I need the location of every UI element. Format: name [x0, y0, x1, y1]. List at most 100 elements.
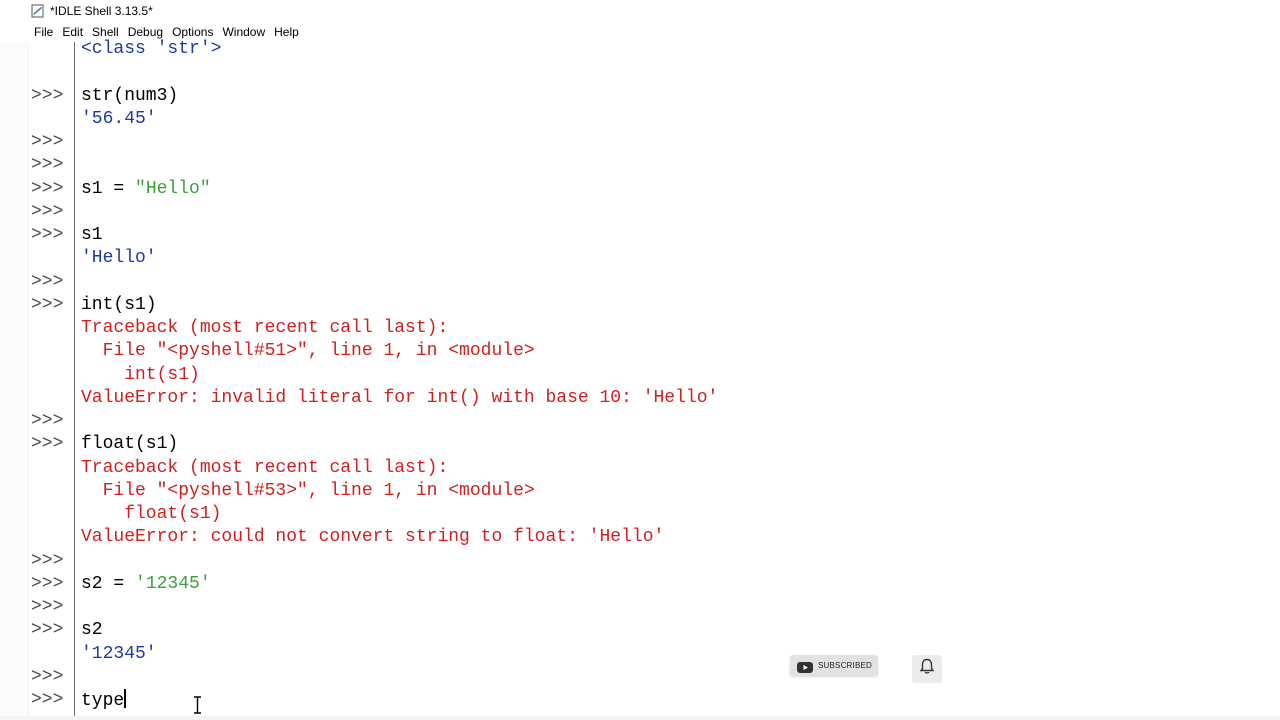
shell-line-text: ValueError: could not convert string to … — [81, 527, 665, 548]
shell-line: >>> — [0, 131, 1280, 154]
shell-line: >>> — [0, 550, 1280, 573]
shell-line: >>> float(s1) — [0, 433, 1280, 456]
shell-line-text: <class 'str'> — [81, 39, 222, 59]
shell-line-text: 'Hello' — [81, 248, 157, 269]
shell-prompt: >>> — [31, 201, 64, 222]
shell-line: '12345' — [0, 643, 1280, 666]
output-text: 'Hello' — [81, 247, 157, 270]
shell-line: >>> s1 — [0, 224, 1280, 247]
shell-prompt: >>> — [31, 155, 64, 176]
title-bar: *IDLE Shell 3.13.5* — [0, 0, 1280, 22]
input-text: float(s1) — [81, 433, 178, 456]
shell-line: >>> — [0, 154, 1280, 177]
window-title: *IDLE Shell 3.13.5* — [50, 4, 153, 18]
shell-line: Traceback (most recent call last): — [0, 457, 1280, 480]
shell-line: 'Hello' — [0, 247, 1280, 270]
shell-prompt: >>> — [31, 294, 64, 315]
shell-line-text: '56.45' — [81, 108, 157, 129]
shell-line-text: s2 — [81, 620, 103, 641]
menu-options[interactable]: Options — [172, 25, 221, 39]
shell-line: '56.45' — [0, 108, 1280, 131]
shell-editor[interactable]: <class 'str'> >>> str(num3) '56.45' >>> >>> >>… — [0, 39, 1280, 720]
shell-line-text: str(num3) — [81, 85, 179, 106]
shell-line: Traceback (most recent call last): — [0, 317, 1280, 340]
shell-line-text: '12345' — [81, 643, 157, 664]
shell-line: >>> type — [0, 689, 1280, 712]
shell-text-area[interactable]: <class 'str'> >>> str(num3) '56.45' >>> >>> >>… — [0, 39, 1280, 720]
shell-line: >>> s2 — [0, 619, 1280, 642]
subscribed-label: SUBSCRIBED — [818, 661, 873, 670]
shell-prompt: >>> — [31, 550, 64, 571]
text-caret — [124, 689, 127, 708]
shell-line-text: Traceback (most recent call last): — [81, 457, 449, 478]
shell-line-text: type — [81, 691, 125, 711]
shell-line-text: s1 = — [81, 178, 136, 199]
shell-line: >>> int(s1) — [0, 294, 1280, 317]
shell-line: >>> s1 = "Hello" — [0, 178, 1280, 201]
subscribed-badge[interactable]: SUBSCRIBED — [790, 655, 878, 676]
error-text: ValueError: could not convert string to … — [81, 526, 664, 549]
shell-prompt: >>> — [31, 434, 64, 455]
input-text: type — [81, 689, 127, 713]
shell-line-text: int(s1) — [81, 294, 157, 315]
input-text: int(s1) — [81, 294, 157, 317]
menu-window[interactable]: Window — [222, 25, 273, 39]
shell-prompt: >>> — [31, 597, 64, 617]
output-text: '56.45' — [81, 108, 157, 131]
shell-prompt: >>> — [31, 271, 64, 292]
shell-prompt: >>> — [31, 178, 64, 199]
shell-line: >>> — [0, 666, 1280, 689]
shell-line: >>> — [0, 596, 1280, 619]
menu-debug[interactable]: Debug — [128, 25, 171, 39]
shell-line: float(s1) — [0, 503, 1280, 526]
shell-line-text: s2 = — [81, 573, 136, 594]
error-text: float(s1) — [81, 503, 221, 526]
input-text: s1 = "Hello" — [81, 178, 211, 201]
shell-line-text: float(s1) — [81, 504, 222, 524]
shell-prompt: >>> — [31, 411, 64, 431]
shell-prompt: >>> — [31, 620, 64, 641]
input-text: s2 — [81, 619, 103, 642]
shell-prompt: >>> — [31, 132, 64, 152]
menu-shell[interactable]: Shell — [92, 25, 127, 39]
shell-prompt: >>> — [31, 690, 64, 710]
error-text: File "<pyshell#51>", line 1, in <module> — [81, 340, 535, 363]
shell-line-text: float(s1) — [81, 434, 179, 455]
input-text: s2 = '12345' — [81, 573, 211, 596]
shell-line: >>> — [0, 201, 1280, 224]
error-text: Traceback (most recent call last): — [81, 317, 448, 340]
input-text: str(num3) — [81, 85, 178, 108]
menu-edit[interactable]: Edit — [62, 25, 91, 39]
shell-prompt: >>> — [31, 85, 64, 106]
shell-line: >>> s2 = '12345' — [0, 573, 1280, 596]
menu-file[interactable]: File — [34, 25, 61, 39]
menu-help[interactable]: Help — [274, 25, 307, 39]
input-text: s1 — [81, 224, 103, 247]
shell-line: >>> str(num3) — [0, 85, 1280, 108]
shell-line: File "<pyshell#51>", line 1, in <module> — [0, 340, 1280, 363]
idle-app-icon — [31, 4, 45, 18]
shell-prompt: >>> — [31, 225, 64, 245]
shell-line-text: File "<pyshell#53>", line 1, in <module> — [81, 480, 535, 501]
error-text: ValueError: invalid literal for int() wi… — [81, 387, 718, 410]
error-text: File "<pyshell#53>", line 1, in <module> — [81, 480, 535, 503]
error-text: Traceback (most recent call last): — [81, 457, 448, 480]
shell-line-text: Traceback (most recent call last): — [81, 318, 449, 338]
shell-line-text: int(s1) — [81, 364, 200, 385]
error-text: int(s1) — [81, 364, 200, 387]
shell-line: ValueError: invalid literal for int() wi… — [0, 387, 1280, 410]
bell-icon — [919, 658, 935, 680]
shell-line: >>> — [0, 271, 1280, 294]
shell-line-text: s1 — [81, 225, 103, 245]
string-literal: '12345' — [135, 573, 211, 594]
shell-line: ValueError: could not convert string to … — [0, 526, 1280, 549]
output-text: '12345' — [81, 643, 157, 666]
shell-line: >>> — [0, 410, 1280, 433]
notification-bell-button[interactable] — [912, 655, 942, 683]
shell-line: <class 'str'> — [0, 38, 1280, 61]
window-bottom-edge — [0, 716, 1280, 720]
shell-line-text: File "<pyshell#51>", line 1, in <module> — [81, 341, 535, 362]
output-text: <class 'str'> — [81, 38, 221, 61]
shell-prompt: >>> — [31, 666, 64, 687]
